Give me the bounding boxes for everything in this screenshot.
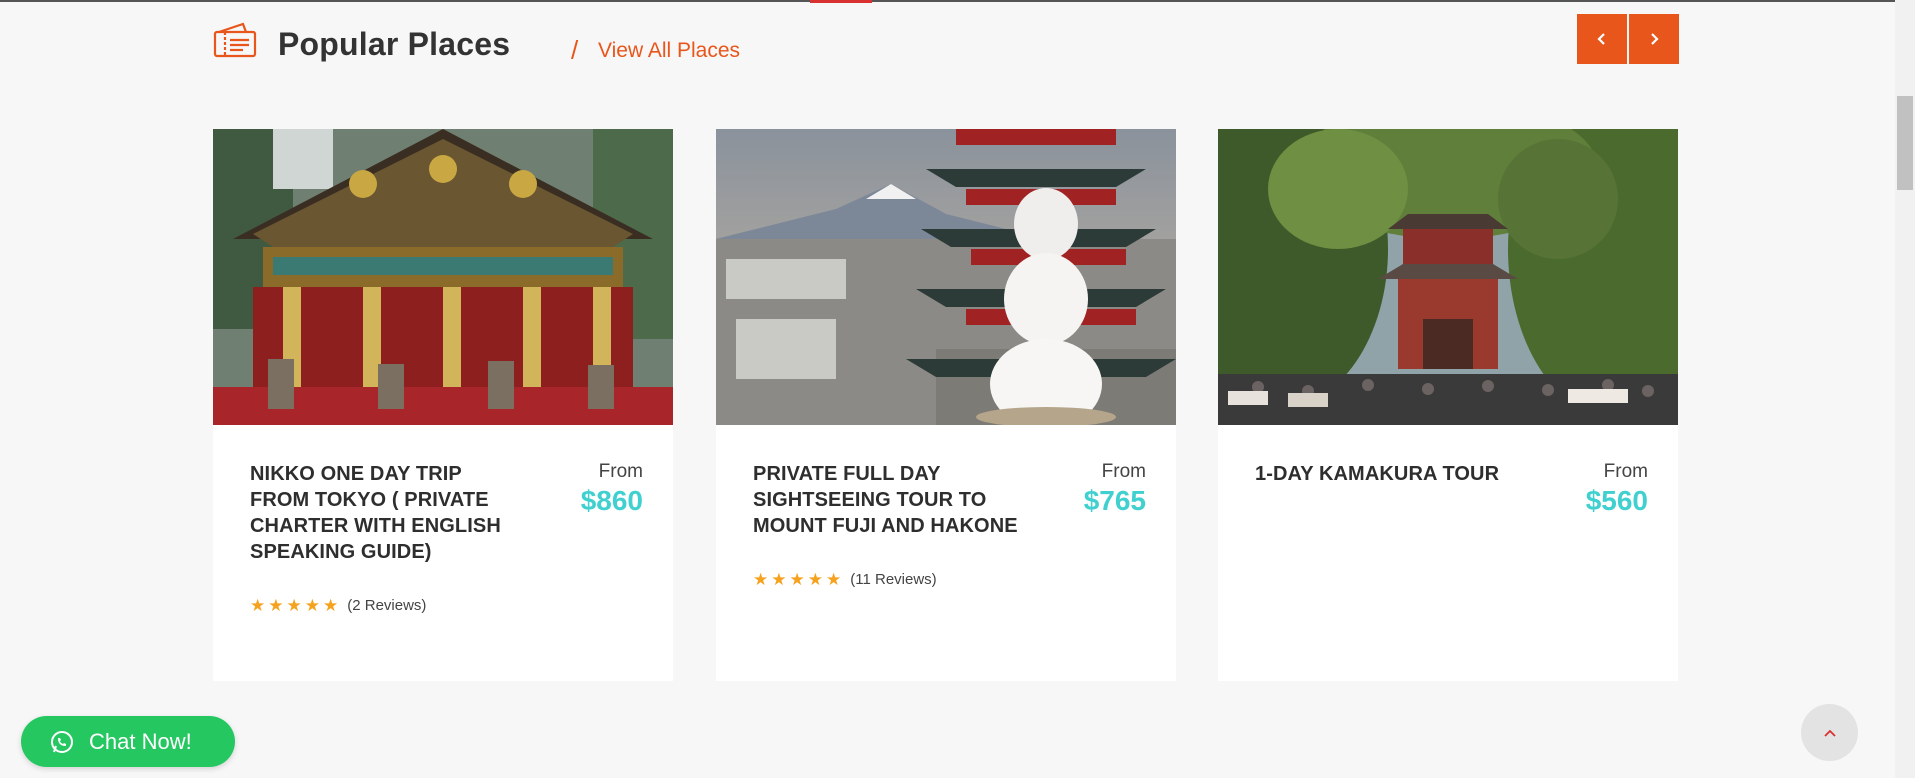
star-icon: ★: [826, 570, 842, 589]
star-icon: ★: [323, 596, 339, 615]
tour-title[interactable]: 1-DAY KAMAKURA TOUR: [1255, 461, 1525, 487]
top-accent-bar: [810, 0, 872, 3]
review-count: (11 Reviews): [850, 571, 937, 588]
ticket-icon: [213, 22, 257, 58]
chat-label: Chat Now!: [89, 728, 192, 754]
tour-price: $765: [1083, 485, 1146, 516]
tour-image-nikko-shrine[interactable]: [213, 129, 673, 425]
tour-title[interactable]: PRIVATE FULL DAY SIGHTSEEING TOUR TO MOU…: [753, 461, 1023, 539]
back-to-top-button[interactable]: [1801, 704, 1858, 761]
view-all-places-link[interactable]: View All Places: [598, 39, 740, 63]
tour-card[interactable]: NIKKO ONE DAY TRIP FROM TOKYO ( PRIVATE …: [213, 129, 673, 681]
price-prefix: From: [1101, 461, 1146, 482]
whatsapp-icon: [51, 730, 73, 753]
star-icon: ★: [268, 596, 284, 615]
star-icon: ★: [304, 596, 320, 615]
tour-image-mount-fuji-pagoda[interactable]: [716, 129, 1176, 425]
tour-card[interactable]: PRIVATE FULL DAY SIGHTSEEING TOUR TO MOU…: [716, 129, 1176, 681]
card-body: PRIVATE FULL DAY SIGHTSEEING TOUR TO MOU…: [716, 425, 1176, 588]
price-box: From $560: [1586, 461, 1648, 517]
chat-now-button[interactable]: Chat Now!: [21, 716, 235, 767]
review-count: (2 Reviews): [347, 597, 427, 614]
tour-title[interactable]: NIKKO ONE DAY TRIP FROM TOKYO ( PRIVATE …: [250, 461, 520, 565]
price-box: From $860: [581, 461, 643, 517]
scrollbar-thumb[interactable]: [1897, 96, 1913, 190]
star-icon: ★: [250, 596, 266, 615]
carousel-prev-button[interactable]: [1577, 14, 1627, 64]
tour-price: $560: [1585, 485, 1648, 516]
card-body: 1-DAY KAMAKURA TOUR From $560: [1218, 425, 1678, 516]
price-prefix: From: [1603, 461, 1648, 482]
tour-price: $860: [580, 485, 643, 516]
tour-image-kamakura-shrine[interactable]: [1218, 129, 1678, 425]
tour-card[interactable]: 1-DAY KAMAKURA TOUR From $560: [1218, 129, 1678, 681]
chevron-left-icon: [1597, 33, 1605, 45]
price-box: From $765: [1084, 461, 1146, 517]
rating: ★ ★ ★ ★ ★ (11 Reviews): [753, 571, 1144, 588]
chevron-right-icon: [1651, 33, 1659, 45]
top-border: [0, 0, 1915, 2]
section-title: Popular Places: [278, 26, 511, 62]
star-icon: ★: [807, 570, 823, 589]
star-icon: ★: [789, 570, 805, 589]
carousel-next-button[interactable]: [1629, 14, 1679, 64]
price-prefix: From: [598, 461, 643, 482]
star-icon: ★: [753, 570, 769, 589]
chevron-up-icon: [1823, 729, 1836, 737]
star-icon: ★: [771, 570, 787, 589]
rating: ★ ★ ★ ★ ★ (2 Reviews): [250, 597, 641, 614]
star-icon: ★: [286, 596, 302, 615]
section-header: Popular Places / View All Places: [213, 14, 1679, 90]
title-separator: /: [571, 35, 579, 65]
card-body: NIKKO ONE DAY TRIP FROM TOKYO ( PRIVATE …: [213, 425, 673, 614]
